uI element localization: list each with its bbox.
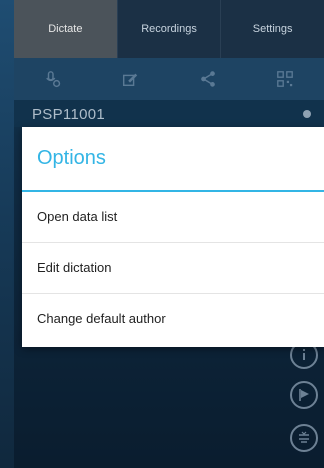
option-label: Edit dictation [37, 260, 112, 275]
tab-bar: Dictate Recordings Settings [14, 0, 324, 58]
record-settings-icon [45, 71, 60, 88]
insert-icon[interactable] [290, 424, 318, 452]
qr-code-button[interactable] [247, 58, 324, 100]
edit-button[interactable] [92, 58, 170, 100]
share-button[interactable] [169, 58, 247, 100]
option-label: Change default author [37, 311, 166, 326]
record-settings-button[interactable] [14, 58, 92, 100]
dialog-title: Options [37, 147, 106, 169]
file-row[interactable]: PSP11001 [14, 100, 324, 127]
option-change-default-author[interactable]: Change default author [22, 294, 324, 345]
file-name: PSP11001 [32, 106, 106, 123]
tab-settings[interactable]: Settings [221, 0, 324, 58]
option-label: Open data list [37, 209, 118, 224]
edit-icon [123, 73, 138, 87]
flag-icon[interactable] [290, 381, 318, 409]
option-edit-dictation[interactable]: Edit dictation [22, 243, 324, 294]
qr-code-icon [277, 71, 294, 87]
toolbar [14, 58, 324, 100]
options-dialog: Options Open data list Edit dictation Ch… [22, 127, 324, 347]
app-background: Dictate Recordings Settings PSP11001 Opt… [0, 0, 324, 468]
tab-recordings[interactable]: Recordings [118, 0, 222, 58]
option-open-data-list[interactable]: Open data list [22, 192, 324, 243]
tab-dictate[interactable]: Dictate [14, 0, 118, 58]
share-icon [200, 71, 215, 87]
status-dot [303, 110, 311, 118]
